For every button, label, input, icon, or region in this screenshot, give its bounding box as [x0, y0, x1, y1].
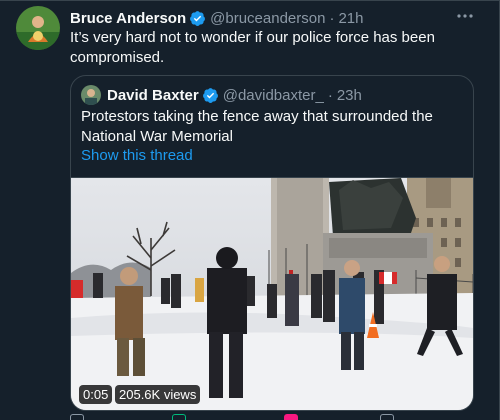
video-view-count: 205.6K views: [115, 385, 201, 404]
header-separator: ·: [329, 9, 335, 27]
author-name[interactable]: Bruce Anderson: [70, 10, 186, 27]
quoted-tweet[interactable]: David Baxter @davidbaxter_ · 23h Protest…: [70, 75, 474, 411]
quoted-author-name[interactable]: David Baxter: [107, 87, 199, 104]
top-divider: [0, 0, 500, 1]
share-icon[interactable]: [380, 414, 394, 420]
video-elapsed-time: 0:05: [79, 385, 113, 404]
tweet-time[interactable]: 21h: [338, 10, 363, 27]
tweet-text: It’s very hard not to wonder if our poli…: [70, 29, 435, 66]
quoted-author-handle[interactable]: @davidbaxter_: [223, 87, 324, 104]
show-thread-link[interactable]: Show this thread: [81, 147, 193, 164]
like-icon[interactable]: [284, 414, 298, 420]
video-player[interactable]: 0:05 205.6K views: [71, 177, 473, 410]
quoted-time[interactable]: 23h: [337, 87, 362, 104]
reply-icon[interactable]: [70, 414, 84, 420]
more-icon[interactable]: [456, 7, 474, 30]
verified-badge-icon: [190, 10, 206, 26]
verified-badge-icon: [202, 87, 218, 103]
author-handle[interactable]: @bruceanderson: [210, 10, 325, 27]
author-avatar[interactable]: [16, 6, 60, 50]
quoted-author-avatar[interactable]: [81, 85, 101, 105]
retweet-icon[interactable]: [172, 414, 186, 420]
video-frame: [71, 178, 473, 410]
quoted-separator: ·: [327, 86, 333, 104]
quoted-header: David Baxter @davidbaxter_ · 23h: [81, 84, 362, 106]
quoted-text: Protestors taking the fence away that su…: [81, 108, 433, 145]
tweet-actions: [70, 412, 474, 420]
tweet-header: Bruce Anderson @bruceanderson · 21h: [70, 8, 470, 28]
